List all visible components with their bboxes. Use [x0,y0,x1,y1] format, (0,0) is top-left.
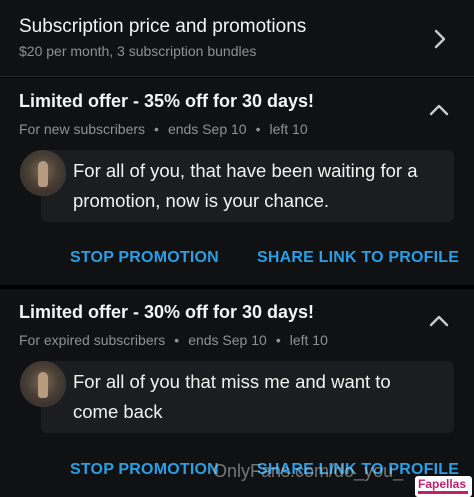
promotion-card: Limited offer - 35% off for 30 days! For… [0,78,474,285]
subscription-title: Subscription price and promotions [19,16,307,37]
promotion-remaining: left 10 [269,121,308,137]
promotion-meta: For expired subscribers • ends Sep 10 • left… [19,332,328,348]
promotion-message: For all of you, that have been waiting f… [73,160,418,211]
promotion-meta: For new subscribers • ends Sep 10 • left 10 [19,121,308,137]
separator-dot: • [154,121,159,137]
promotion-message-bubble: For all of you that miss me and want to … [41,361,454,433]
promotion-message: For all of you that miss me and want to … [73,371,391,422]
subscription-price-row[interactable]: Subscription price and promotions $20 pe… [0,0,474,77]
promotion-message-bubble: For all of you, that have been waiting f… [41,150,454,222]
promotion-title: Limited offer - 30% off for 30 days! [19,302,315,322]
share-link-button[interactable]: SHARE LINK TO PROFILE [257,249,459,267]
promotion-audience: For new subscribers [19,121,146,137]
promotion-title: Limited offer - 35% off for 30 days! [19,91,315,111]
stop-promotion-button[interactable]: STOP PROMOTION [70,461,219,479]
stop-promotion-button[interactable]: STOP PROMOTION [70,249,219,267]
chevron-up-icon[interactable] [428,102,450,118]
separator-dot: • [255,121,261,137]
avatar [20,361,66,407]
watermark-badge: Fapellas [415,476,472,497]
watermark-text: OnlyFans.com/do_you_ [213,461,404,481]
chevron-up-icon[interactable] [428,313,450,329]
chevron-right-icon[interactable] [432,28,448,50]
separator-dot: • [275,332,281,348]
promotion-remaining: left 10 [289,332,328,348]
promotion-audience: For expired subscribers [19,332,166,348]
avatar [20,150,66,196]
promotion-end-date: ends Sep 10 [188,332,267,348]
separator-dot: • [174,332,180,348]
promotion-end-date: ends Sep 10 [167,121,247,137]
badge-label: Fapellas [418,477,467,491]
subscription-subtitle: $20 per month, 3 subscription bundles [19,43,257,59]
